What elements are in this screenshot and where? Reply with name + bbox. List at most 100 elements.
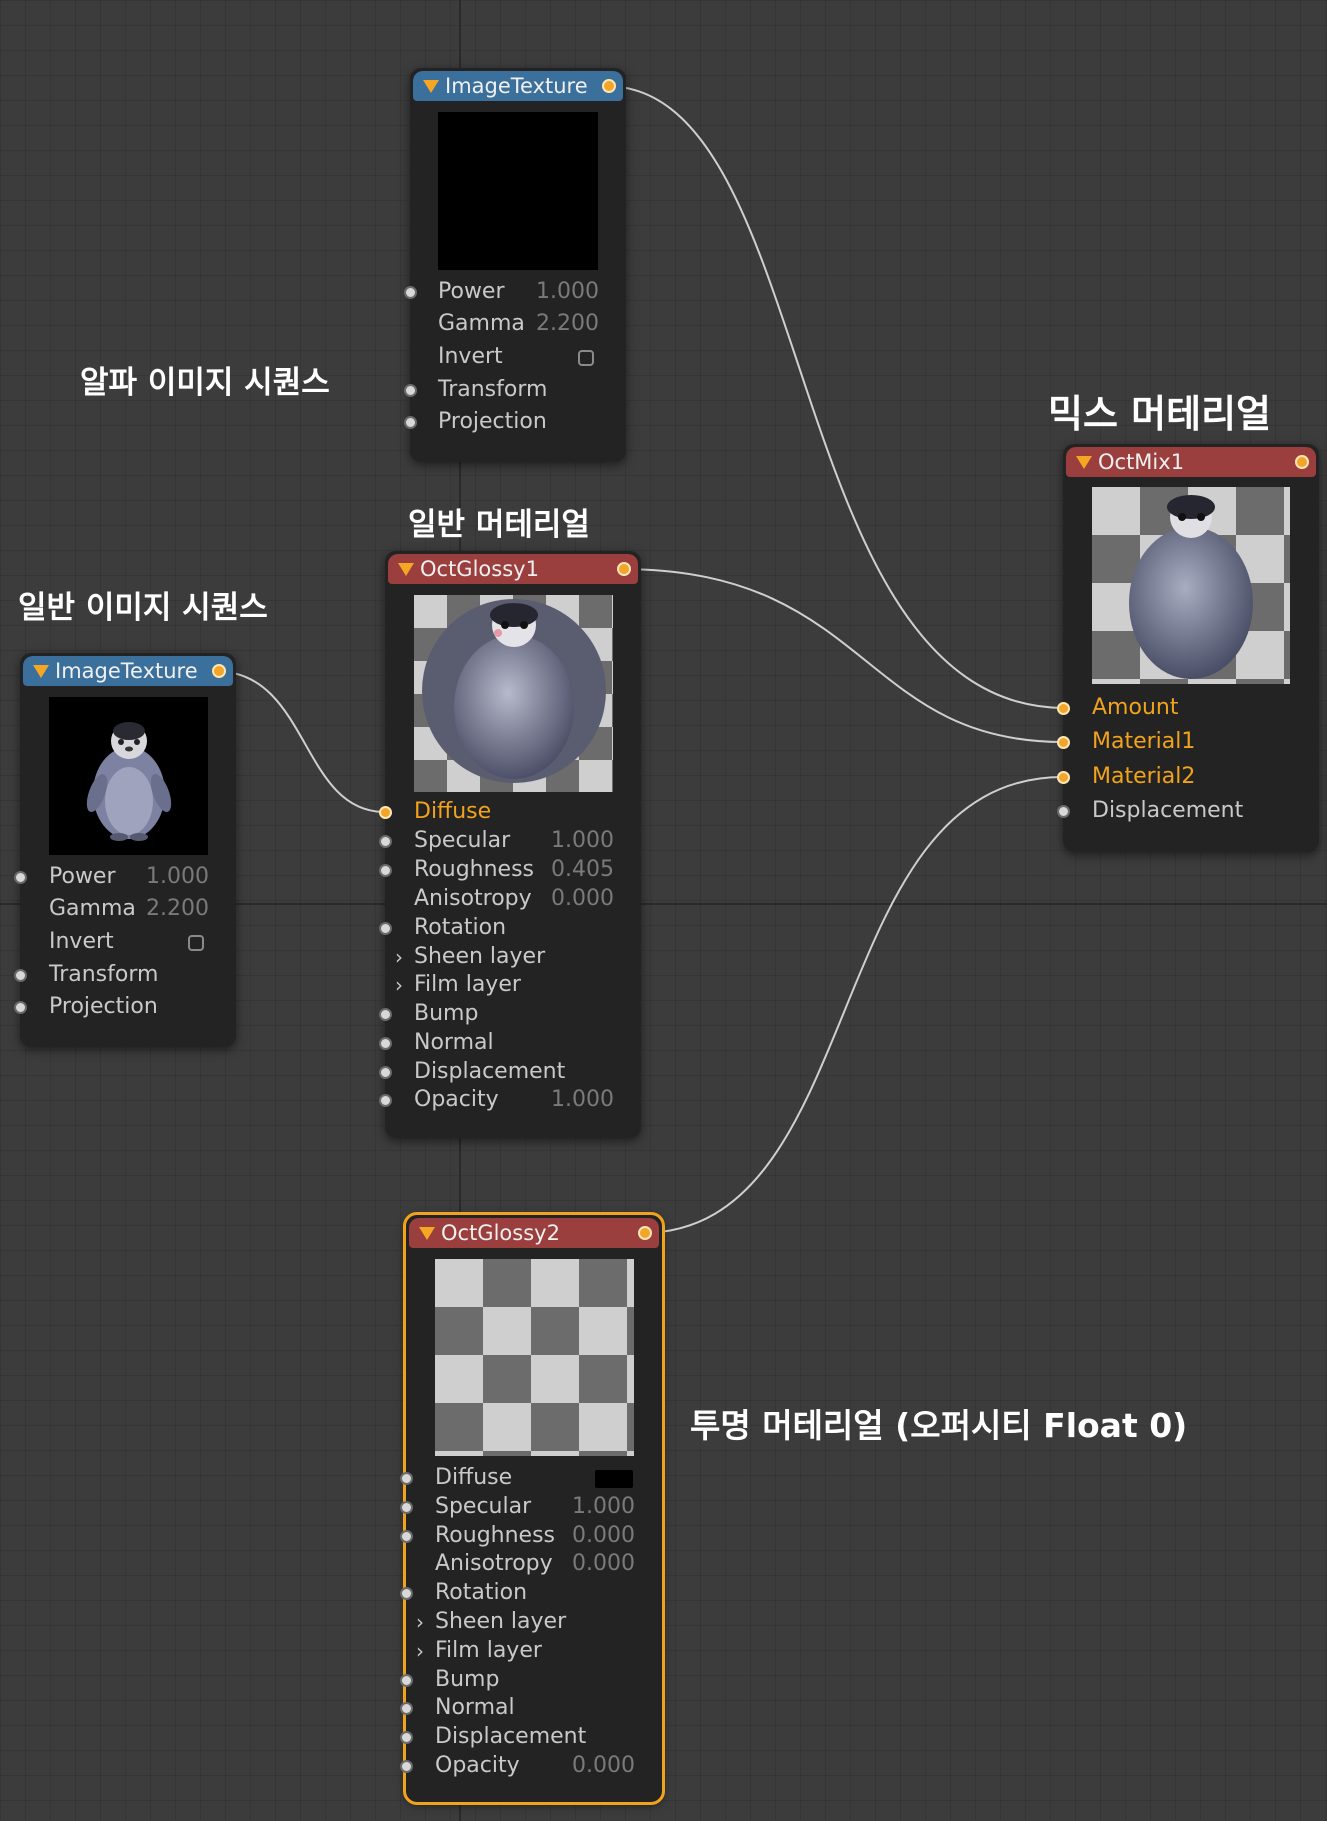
input-port[interactable] <box>379 806 392 819</box>
output-port[interactable] <box>1295 455 1309 469</box>
chevron-right-icon[interactable]: › <box>416 1608 424 1636</box>
node-oct-glossy1[interactable]: OctGlossy1 Diffuse Specular 1.000 Roughn… <box>379 551 641 1138</box>
param-displacement[interactable]: Displacement <box>1057 797 1319 825</box>
node-header[interactable]: OctGlossy1 <box>388 554 638 584</box>
param-invert[interactable]: Invert <box>410 343 626 371</box>
node-header[interactable]: ImageTexture <box>23 656 233 686</box>
param-value[interactable]: 1.000 <box>572 1493 635 1521</box>
input-port[interactable] <box>14 969 27 982</box>
chevron-right-icon[interactable]: › <box>416 1637 424 1665</box>
input-port[interactable] <box>400 1702 413 1715</box>
param-rotation[interactable]: Rotation <box>379 914 641 942</box>
input-port[interactable] <box>400 1760 413 1773</box>
wire-texture-to-diffuse[interactable] <box>214 670 386 813</box>
input-port[interactable] <box>379 922 392 935</box>
param-gamma[interactable]: Gamma 2.200 <box>20 895 236 923</box>
diffuse-color-swatch[interactable] <box>595 1470 633 1488</box>
node-header[interactable]: OctMix1 <box>1066 447 1316 477</box>
wire-glossy1-to-material1[interactable] <box>620 568 1064 743</box>
param-value[interactable]: 0.000 <box>572 1752 635 1780</box>
param-projection[interactable]: Projection <box>404 408 626 436</box>
output-port[interactable] <box>602 79 616 93</box>
param-film-layer[interactable]: › Film layer <box>406 1637 662 1665</box>
param-roughness[interactable]: Roughness 0.000 <box>400 1522 662 1550</box>
input-port[interactable] <box>379 864 392 877</box>
input-port[interactable] <box>14 871 27 884</box>
param-film-layer[interactable]: › Film layer <box>385 971 641 999</box>
param-value[interactable]: 1.000 <box>551 827 614 855</box>
input-port[interactable] <box>379 1094 392 1107</box>
collapse-arrow-icon[interactable] <box>419 1227 435 1240</box>
param-transform[interactable]: Transform <box>14 961 236 989</box>
input-port[interactable] <box>400 1674 413 1687</box>
collapse-arrow-icon[interactable] <box>1076 456 1092 469</box>
input-port[interactable] <box>379 1066 392 1079</box>
invert-checkbox[interactable] <box>578 350 594 366</box>
output-port[interactable] <box>617 562 631 576</box>
node-image-texture-normal[interactable]: ImageTexture Power 1.000 Gamma 2.200 Inv… <box>14 653 236 1047</box>
param-displacement[interactable]: Displacement <box>379 1058 641 1086</box>
param-opacity[interactable]: Opacity 0.000 <box>400 1752 662 1780</box>
param-value[interactable]: 0.000 <box>572 1522 635 1550</box>
param-diffuse[interactable]: Diffuse <box>379 798 641 826</box>
input-port[interactable] <box>404 384 417 397</box>
input-port[interactable] <box>400 1587 413 1600</box>
param-displacement[interactable]: Displacement <box>400 1723 662 1751</box>
input-port[interactable] <box>400 1731 413 1744</box>
param-value[interactable]: 0.000 <box>551 885 614 913</box>
input-port[interactable] <box>1057 805 1070 818</box>
collapse-arrow-icon[interactable] <box>398 563 414 576</box>
input-port[interactable] <box>404 286 417 299</box>
param-opacity[interactable]: Opacity 1.000 <box>379 1086 641 1114</box>
param-projection[interactable]: Projection <box>14 993 236 1021</box>
input-port[interactable] <box>404 416 417 429</box>
param-value[interactable]: 2.200 <box>536 310 599 338</box>
param-value[interactable]: 1.000 <box>146 863 209 891</box>
node-oct-mix1[interactable]: OctMix1 Amount Material1 Material2 Displ… <box>1057 444 1319 852</box>
param-bump[interactable]: Bump <box>379 1000 641 1028</box>
param-material2[interactable]: Material2 <box>1057 763 1319 791</box>
node-header[interactable]: OctGlossy2 <box>409 1218 659 1248</box>
param-transform[interactable]: Transform <box>404 376 626 404</box>
param-sheen-layer[interactable]: › Sheen layer <box>406 1608 662 1636</box>
param-rotation[interactable]: Rotation <box>400 1579 662 1607</box>
param-anisotropy[interactable]: Anisotropy 0.000 <box>385 885 641 913</box>
input-port[interactable] <box>379 1008 392 1021</box>
input-port[interactable] <box>1057 702 1070 715</box>
collapse-arrow-icon[interactable] <box>423 80 439 93</box>
param-sheen-layer[interactable]: › Sheen layer <box>385 943 641 971</box>
node-header[interactable]: ImageTexture <box>413 71 623 101</box>
param-normal[interactable]: Normal <box>400 1694 662 1722</box>
param-diffuse[interactable]: Diffuse <box>400 1464 662 1492</box>
output-port[interactable] <box>638 1226 652 1240</box>
wire-alpha-to-amount[interactable] <box>605 85 1064 709</box>
param-roughness[interactable]: Roughness 0.405 <box>379 856 641 884</box>
input-port[interactable] <box>1057 736 1070 749</box>
node-oct-glossy2[interactable]: OctGlossy2 Diffuse Specular 1.000 Roughn… <box>400 1212 665 1805</box>
param-value[interactable]: 2.200 <box>146 895 209 923</box>
param-specular[interactable]: Specular 1.000 <box>400 1493 662 1521</box>
param-value[interactable]: 1.000 <box>536 278 599 306</box>
param-amount[interactable]: Amount <box>1057 694 1319 722</box>
input-port[interactable] <box>379 1037 392 1050</box>
collapse-arrow-icon[interactable] <box>33 665 49 678</box>
wire-glossy2-to-material2[interactable] <box>641 776 1064 1234</box>
chevron-right-icon[interactable]: › <box>395 943 403 971</box>
invert-checkbox[interactable] <box>188 935 204 951</box>
input-port[interactable] <box>1057 771 1070 784</box>
input-port[interactable] <box>400 1530 413 1543</box>
param-bump[interactable]: Bump <box>400 1666 662 1694</box>
param-power[interactable]: Power 1.000 <box>404 278 626 306</box>
param-gamma[interactable]: Gamma 2.200 <box>410 310 626 338</box>
output-port[interactable] <box>212 664 226 678</box>
param-value[interactable]: 1.000 <box>551 1086 614 1114</box>
node-image-texture-alpha[interactable]: ImageTexture Power 1.000 Gamma 2.200 Inv… <box>404 68 626 462</box>
input-port[interactable] <box>400 1501 413 1514</box>
param-value[interactable]: 0.000 <box>572 1550 635 1578</box>
param-normal[interactable]: Normal <box>379 1029 641 1057</box>
input-port[interactable] <box>379 835 392 848</box>
param-value[interactable]: 0.405 <box>551 856 614 884</box>
input-port[interactable] <box>14 1001 27 1014</box>
param-invert[interactable]: Invert <box>20 928 236 956</box>
param-anisotropy[interactable]: Anisotropy 0.000 <box>406 1550 662 1578</box>
